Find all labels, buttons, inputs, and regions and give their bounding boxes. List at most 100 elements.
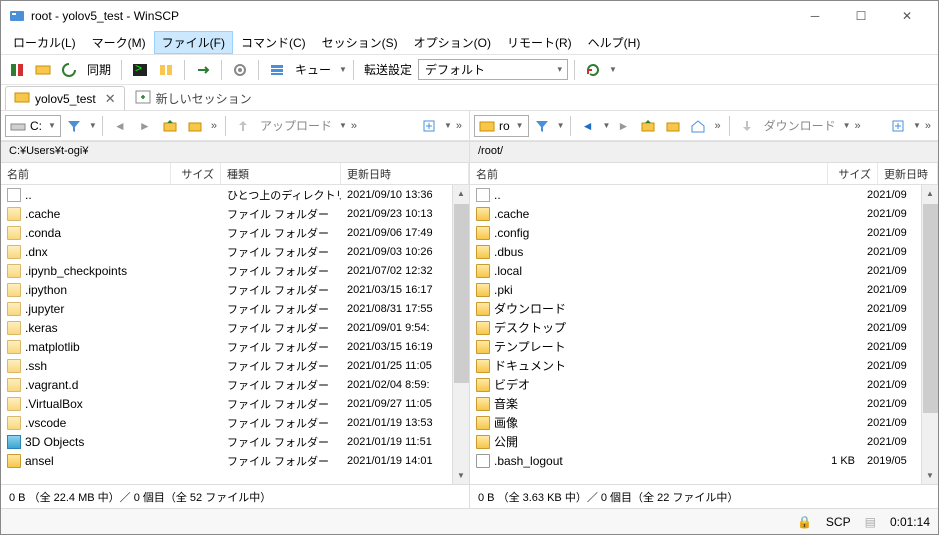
transfer-icon[interactable] (191, 58, 215, 82)
list-item[interactable]: .kerasファイル フォルダー2021/09/01 9:54: (1, 318, 452, 337)
protocol-label[interactable]: SCP (826, 515, 851, 529)
list-item[interactable]: .dbus2021/09 (470, 242, 921, 261)
remote-file-list[interactable]: ..2021/09.cache2021/09.config2021/09.dbu… (470, 185, 921, 484)
local-file-list[interactable]: ..ひとつ上のディレクトリ2021/09/10 13:36.cacheファイル … (1, 185, 452, 484)
folder-icon (476, 321, 490, 335)
new-icon[interactable] (886, 114, 910, 138)
lock-icon[interactable]: 🔒 (797, 515, 812, 529)
list-item[interactable]: .condaファイル フォルダー2021/09/06 17:49 (1, 223, 452, 242)
remote-path[interactable]: /root/ (470, 141, 938, 163)
list-item[interactable]: ダウンロード2021/09 (470, 299, 921, 318)
download-label[interactable]: ダウンロード (760, 117, 840, 134)
overflow-icon[interactable]: » (348, 120, 360, 132)
scrollbar[interactable]: ▲ ▼ (452, 185, 469, 484)
sync-browse-icon[interactable] (154, 58, 178, 82)
sync-label[interactable]: 同期 (83, 61, 115, 78)
root-folder-icon[interactable] (183, 114, 207, 138)
list-item[interactable]: .cache2021/09 (470, 204, 921, 223)
list-item[interactable]: .local2021/09 (470, 261, 921, 280)
local-column-header[interactable]: 名前 サイズ 種類 更新日時 (1, 163, 469, 185)
list-item[interactable]: .pki2021/09 (470, 280, 921, 299)
list-item[interactable]: 画像2021/09 (470, 413, 921, 432)
up-folder-icon[interactable] (636, 114, 660, 138)
tab-new-session[interactable]: 新しいセッション (127, 86, 260, 110)
compare-icon[interactable] (31, 58, 55, 82)
list-item[interactable]: .cacheファイル フォルダー2021/09/23 10:13 (1, 204, 452, 223)
list-item[interactable]: .vagrant.dファイル フォルダー2021/02/04 8:59: (1, 375, 452, 394)
queue-label[interactable]: キュー (291, 61, 335, 78)
list-item[interactable]: デスクトップ2021/09 (470, 318, 921, 337)
menu-item[interactable]: コマンド(C) (233, 31, 314, 54)
upload-icon[interactable] (231, 114, 255, 138)
list-item[interactable]: .bash_logout1 KB2019/05 (470, 451, 921, 470)
list-item[interactable]: ドキュメント2021/09 (470, 356, 921, 375)
list-item[interactable]: 音楽2021/09 (470, 394, 921, 413)
menu-item[interactable]: ファイル(F) (154, 31, 233, 54)
folder-icon (476, 245, 490, 259)
overflow-icon[interactable]: » (453, 120, 465, 132)
forward-icon[interactable]: ► (611, 114, 635, 138)
list-item[interactable]: 公開2021/09 (470, 432, 921, 451)
gear-icon[interactable] (228, 58, 252, 82)
overflow-icon[interactable]: » (711, 120, 723, 132)
chevron-down-icon[interactable]: ▼ (339, 65, 347, 74)
upload-label[interactable]: アップロード (256, 117, 336, 134)
list-item[interactable]: 3D Objectsファイル フォルダー2021/01/19 11:51 (1, 432, 452, 451)
overflow-icon[interactable]: » (922, 120, 934, 132)
close-icon[interactable]: ✕ (105, 91, 116, 107)
list-item[interactable]: .sshファイル フォルダー2021/01/25 11:05 (1, 356, 452, 375)
close-button[interactable]: ✕ (884, 1, 930, 31)
folder-icon (7, 378, 21, 392)
menu-item[interactable]: ローカル(L) (5, 31, 84, 54)
queue-icon[interactable] (265, 58, 289, 82)
overflow-icon[interactable]: » (852, 120, 864, 132)
back-icon[interactable]: ◄ (108, 114, 132, 138)
filter-icon[interactable] (530, 114, 554, 138)
download-icon[interactable] (735, 114, 759, 138)
maximize-button[interactable]: ☐ (838, 1, 884, 31)
sync-left-icon[interactable] (5, 58, 29, 82)
folder-icon (7, 264, 21, 278)
local-drive-combo[interactable]: C:▼ (5, 115, 61, 137)
tab-session[interactable]: yolov5_test ✕ (5, 86, 125, 110)
remote-drive-combo[interactable]: ro▼ (474, 115, 529, 137)
sync-icon[interactable] (57, 58, 81, 82)
menu-item[interactable]: セッション(S) (314, 31, 406, 54)
up-folder-icon[interactable] (158, 114, 182, 138)
list-item[interactable]: anselファイル フォルダー2021/01/19 14:01 (1, 451, 452, 470)
list-item[interactable]: .matplotlibファイル フォルダー2021/03/15 16:19 (1, 337, 452, 356)
log-icon[interactable]: ▤ (865, 515, 876, 529)
menu-item[interactable]: マーク(M) (84, 31, 154, 54)
filter-icon[interactable] (62, 114, 86, 138)
folder-icon (7, 207, 21, 221)
list-item[interactable]: ..ひとつ上のディレクトリ2021/09/10 13:36 (1, 185, 452, 204)
list-item[interactable]: ..2021/09 (470, 185, 921, 204)
list-item[interactable]: .dnxファイル フォルダー2021/09/03 10:26 (1, 242, 452, 261)
overflow-icon[interactable]: » (208, 120, 220, 132)
list-item[interactable]: テンプレート2021/09 (470, 337, 921, 356)
home-icon[interactable] (686, 114, 710, 138)
folder-icon (7, 416, 21, 430)
terminal-icon[interactable]: > (128, 58, 152, 82)
scrollbar[interactable]: ▲ ▼ (921, 185, 938, 484)
menu-item[interactable]: リモート(R) (499, 31, 580, 54)
list-item[interactable]: .vscodeファイル フォルダー2021/01/19 13:53 (1, 413, 452, 432)
remote-column-header[interactable]: 名前 サイズ 更新日時 (470, 163, 938, 185)
forward-icon[interactable]: ► (133, 114, 157, 138)
minimize-button[interactable]: ─ (792, 1, 838, 31)
list-item[interactable]: .ipynb_checkpointsファイル フォルダー2021/07/02 1… (1, 261, 452, 280)
list-item[interactable]: .ipythonファイル フォルダー2021/03/15 16:17 (1, 280, 452, 299)
back-icon[interactable]: ◄ (576, 114, 600, 138)
new-icon[interactable] (417, 114, 441, 138)
transfer-preset-combo[interactable]: デフォルト (418, 59, 568, 80)
chevron-down-icon[interactable]: ▼ (609, 65, 617, 74)
refresh-icon[interactable] (581, 58, 605, 82)
list-item[interactable]: .jupyterファイル フォルダー2021/08/31 17:55 (1, 299, 452, 318)
list-item[interactable]: .VirtualBoxファイル フォルダー2021/09/27 11:05 (1, 394, 452, 413)
local-path[interactable]: C:¥Users¥t-ogi¥ (1, 141, 469, 163)
list-item[interactable]: ビデオ2021/09 (470, 375, 921, 394)
root-folder-icon[interactable] (661, 114, 685, 138)
list-item[interactable]: .config2021/09 (470, 223, 921, 242)
menu-item[interactable]: ヘルプ(H) (580, 31, 649, 54)
menu-item[interactable]: オプション(O) (406, 31, 499, 54)
